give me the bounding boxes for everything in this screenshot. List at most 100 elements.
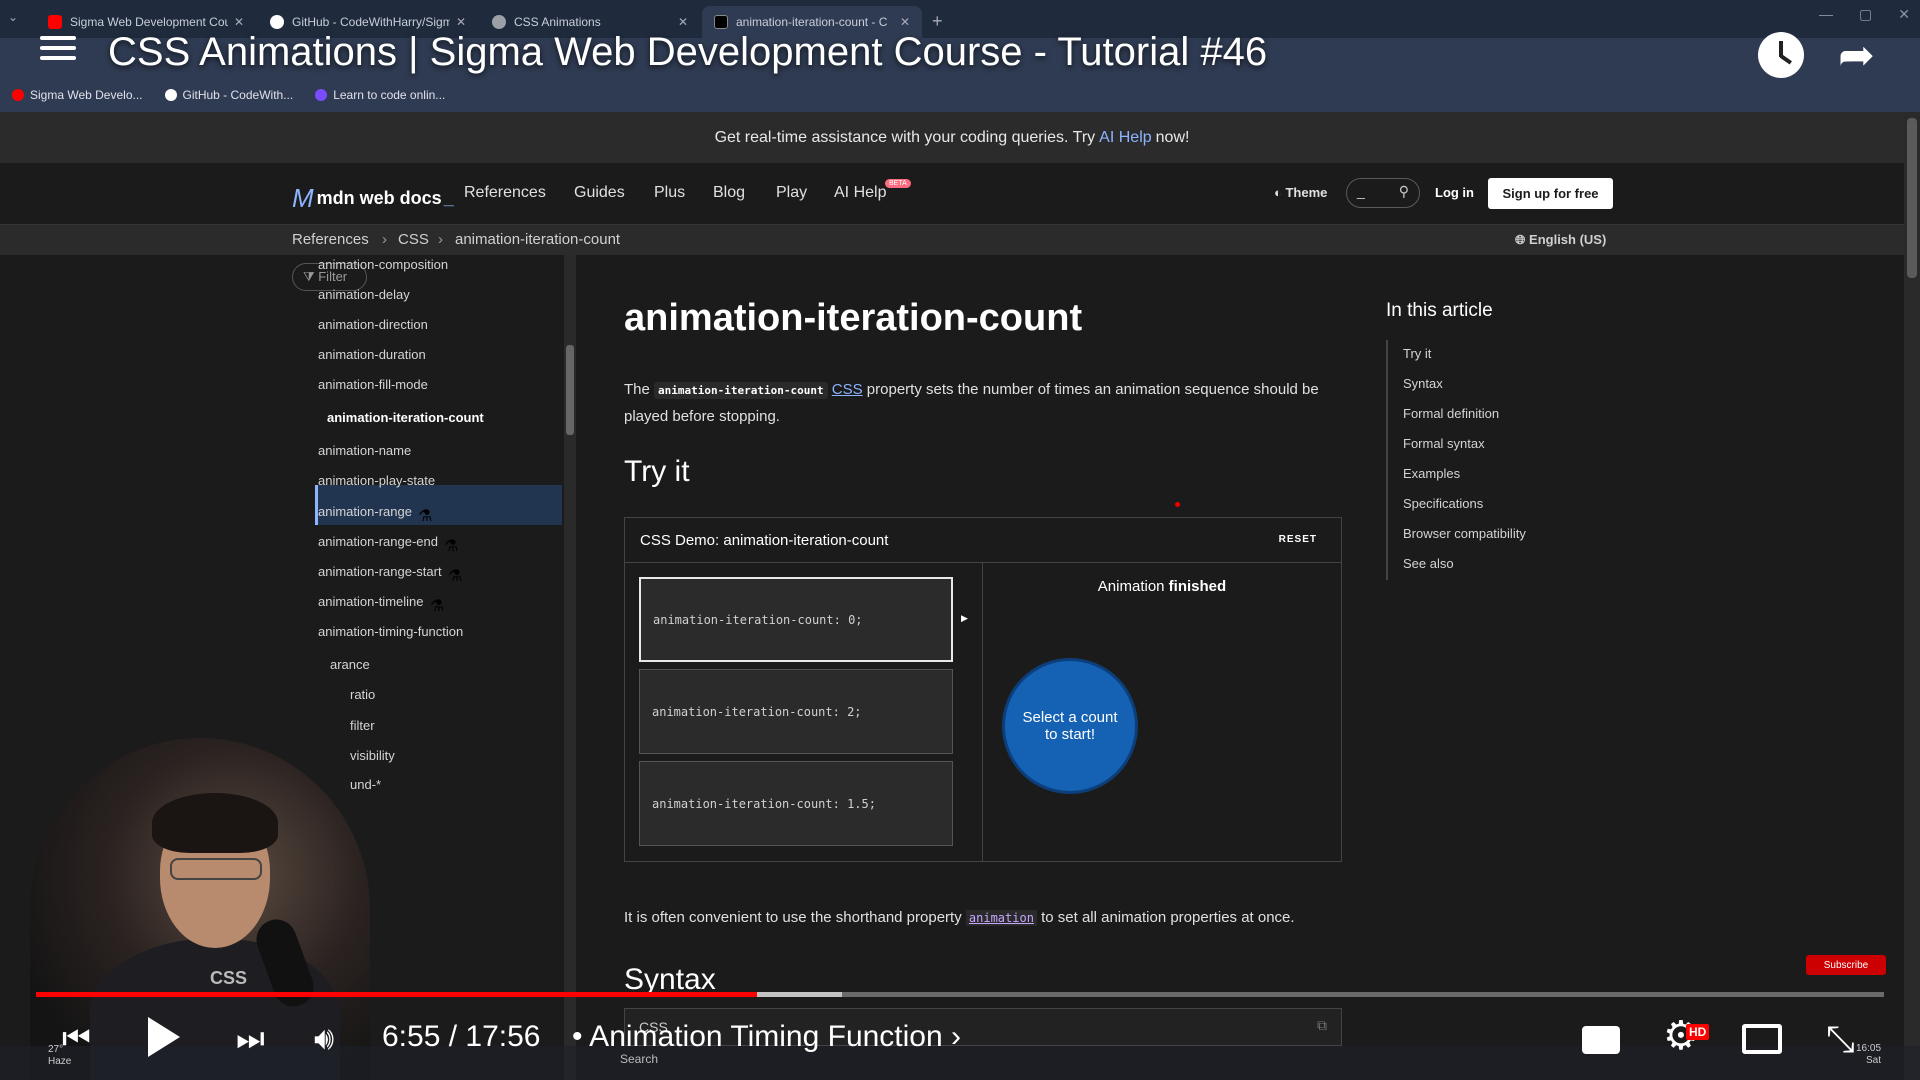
tab-close-icon[interactable]: ✕ bbox=[900, 15, 910, 29]
toc-item[interactable]: Syntax bbox=[1403, 376, 1443, 391]
signup-button[interactable]: Sign up for free bbox=[1488, 178, 1613, 209]
video-title[interactable]: CSS Animations | Sigma Web Development C… bbox=[108, 30, 1267, 75]
language-switcher[interactable]: 🌐︎ English (US) bbox=[1515, 232, 1606, 248]
demo-choice[interactable]: animation-iteration-count: 0; bbox=[639, 577, 953, 662]
tab-search-icon[interactable]: ⌄ bbox=[8, 10, 18, 24]
system-tray-clock[interactable]: 16:05 Sat bbox=[1856, 1043, 1881, 1067]
page-scrollbar-thumb[interactable] bbox=[1907, 118, 1917, 278]
sidebar-item[interactable]: filter bbox=[350, 718, 375, 733]
css-link[interactable]: CSS bbox=[832, 381, 863, 398]
bookmark-item[interactable]: Learn to code onlin... bbox=[315, 88, 445, 102]
ai-help-link[interactable]: AI Help bbox=[1099, 129, 1151, 147]
globe-favicon-icon bbox=[492, 15, 506, 29]
subtitles-icon[interactable] bbox=[1582, 1026, 1620, 1054]
sidebar-item[interactable]: animation-range-end bbox=[318, 534, 438, 549]
banner-text: Get real-time assistance with your codin… bbox=[714, 128, 1096, 146]
close-window-icon[interactable]: ✕ bbox=[1898, 6, 1910, 23]
demo-choice[interactable]: animation-iteration-count: 1.5; bbox=[639, 761, 953, 846]
mdn-logo[interactable]: M mdn web docs _ bbox=[292, 183, 454, 214]
mdn-favicon-icon bbox=[714, 15, 728, 29]
tab-close-icon[interactable]: ✕ bbox=[678, 15, 688, 29]
toc-item[interactable]: Formal definition bbox=[1403, 406, 1499, 421]
youtube-icon bbox=[12, 89, 24, 101]
watch-later-icon[interactable] bbox=[1758, 32, 1804, 78]
sidebar-item[interactable]: animation-fill-mode bbox=[318, 377, 428, 392]
breadcrumb-css[interactable]: CSS bbox=[398, 231, 429, 248]
sidebar-item[interactable]: animation-timeline bbox=[318, 594, 424, 609]
sidebar-item[interactable]: animation-delay bbox=[318, 287, 410, 302]
logo-underscore-icon: _ bbox=[443, 188, 454, 208]
toc-item[interactable]: Examples bbox=[1403, 466, 1460, 481]
reset-button[interactable]: RESET bbox=[1279, 534, 1317, 545]
sidebar-item[interactable]: und-* bbox=[350, 777, 381, 792]
experimental-flask-icon: ⚗ bbox=[418, 508, 433, 525]
toc-item[interactable]: See also bbox=[1403, 556, 1454, 571]
sidebar-item[interactable]: animation-composition bbox=[318, 257, 448, 272]
play-icon[interactable] bbox=[148, 1017, 180, 1057]
sidebar-item[interactable]: ratio bbox=[350, 687, 375, 702]
nav-play[interactable]: Play bbox=[776, 184, 807, 202]
ai-help-banner: Get real-time assistance with your codin… bbox=[0, 112, 1904, 163]
exit-fullscreen-icon[interactable]: ⤡ bbox=[1826, 1018, 1855, 1061]
nav-ai-help[interactable]: AI Help bbox=[834, 184, 886, 202]
next-video-icon[interactable]: ⏭ bbox=[236, 1020, 265, 1058]
sidebar-item[interactable]: animation-range bbox=[318, 504, 412, 519]
bookmark-item[interactable]: GitHub - CodeWith... bbox=[164, 88, 293, 102]
breadcrumb-separator-icon: › bbox=[382, 231, 387, 248]
volume-icon[interactable]: 🔊︎ bbox=[314, 1020, 334, 1058]
hd-badge: HD bbox=[1686, 1024, 1710, 1040]
login-link[interactable]: Log in bbox=[1435, 185, 1474, 200]
minimize-icon[interactable]: — bbox=[1819, 6, 1833, 23]
sidebar-item[interactable]: animation-name bbox=[318, 443, 411, 458]
copy-icon[interactable]: ⧉ bbox=[1317, 1017, 1327, 1034]
previous-video-icon[interactable]: ⏮ bbox=[62, 1020, 91, 1058]
choice-arrow-icon: ▶ bbox=[961, 613, 968, 623]
tray-time: 16:05 bbox=[1856, 1043, 1882, 1054]
sidebar-item[interactable]: visibility bbox=[350, 748, 395, 763]
theme-toggle[interactable]: ◐ Theme bbox=[1274, 185, 1327, 200]
toc-item[interactable]: Browser compatibility bbox=[1403, 526, 1526, 541]
sidebar-item[interactable]: animation-range-start bbox=[318, 564, 442, 579]
shorthand-before: It is often convenient to use the shorth… bbox=[624, 909, 962, 926]
subscribe-button[interactable]: Subscribe bbox=[1806, 955, 1886, 975]
toc-item[interactable]: Specifications bbox=[1403, 496, 1483, 511]
search-underscore-icon: _ bbox=[1357, 183, 1365, 199]
beta-badge: BETA bbox=[885, 179, 911, 188]
maximize-icon[interactable]: ▢ bbox=[1859, 6, 1872, 23]
demo-divider bbox=[982, 563, 983, 862]
toc-item[interactable]: Try it bbox=[1403, 346, 1431, 361]
nav-blog[interactable]: Blog bbox=[713, 184, 745, 202]
sidebar-item[interactable]: arance bbox=[330, 657, 370, 672]
globe-icon: 🌐︎ bbox=[1515, 232, 1526, 247]
demo-choice[interactable]: animation-iteration-count: 2; bbox=[639, 669, 953, 754]
nav-guides[interactable]: Guides bbox=[574, 184, 625, 202]
sidebar-item[interactable]: animation-direction bbox=[318, 317, 428, 332]
nav-plus[interactable]: Plus bbox=[654, 184, 685, 202]
nav-references[interactable]: References bbox=[464, 184, 546, 202]
sidebar-scrollbar-thumb[interactable] bbox=[566, 345, 574, 435]
chapter-title[interactable]: • Animation Timing Function › bbox=[572, 1020, 961, 1054]
sidebar-item[interactable]: animation-timing-function bbox=[318, 624, 463, 639]
taskbar-search[interactable]: Search bbox=[620, 1052, 658, 1066]
intro-paragraph: The animation-iteration-count CSS proper… bbox=[624, 377, 1324, 430]
sidebar-item[interactable]: animation-iteration-count bbox=[327, 410, 484, 425]
window-controls: — ▢ ✕ bbox=[1819, 6, 1910, 23]
breadcrumb-references[interactable]: References bbox=[292, 231, 369, 248]
animation-link[interactable]: animation bbox=[965, 910, 1037, 926]
bookmark-item[interactable]: Sigma Web Develo... bbox=[12, 88, 143, 102]
search-button[interactable]: _ ⚲ bbox=[1346, 178, 1420, 208]
shorthand-after: to set all animation properties at once. bbox=[1041, 909, 1295, 926]
experimental-flask-icon: ⚗ bbox=[444, 538, 459, 555]
cast-icon[interactable] bbox=[1742, 1024, 1782, 1054]
toc-item[interactable]: Formal syntax bbox=[1403, 436, 1485, 451]
try-it-heading: Try it bbox=[624, 455, 690, 488]
tray-day: Sat bbox=[1866, 1055, 1882, 1066]
sidebar-item[interactable]: animation-duration bbox=[318, 347, 426, 362]
tab-title: CSS Animations bbox=[514, 15, 601, 29]
tab-close-icon[interactable]: ✕ bbox=[456, 15, 466, 29]
sidebar-item[interactable]: animation-play-state bbox=[318, 473, 435, 488]
playlist-menu-icon[interactable] bbox=[40, 36, 76, 66]
language-label: English (US) bbox=[1529, 232, 1607, 247]
tab-close-icon[interactable]: ✕ bbox=[234, 15, 244, 29]
share-icon[interactable]: ➦ bbox=[1838, 34, 1875, 78]
